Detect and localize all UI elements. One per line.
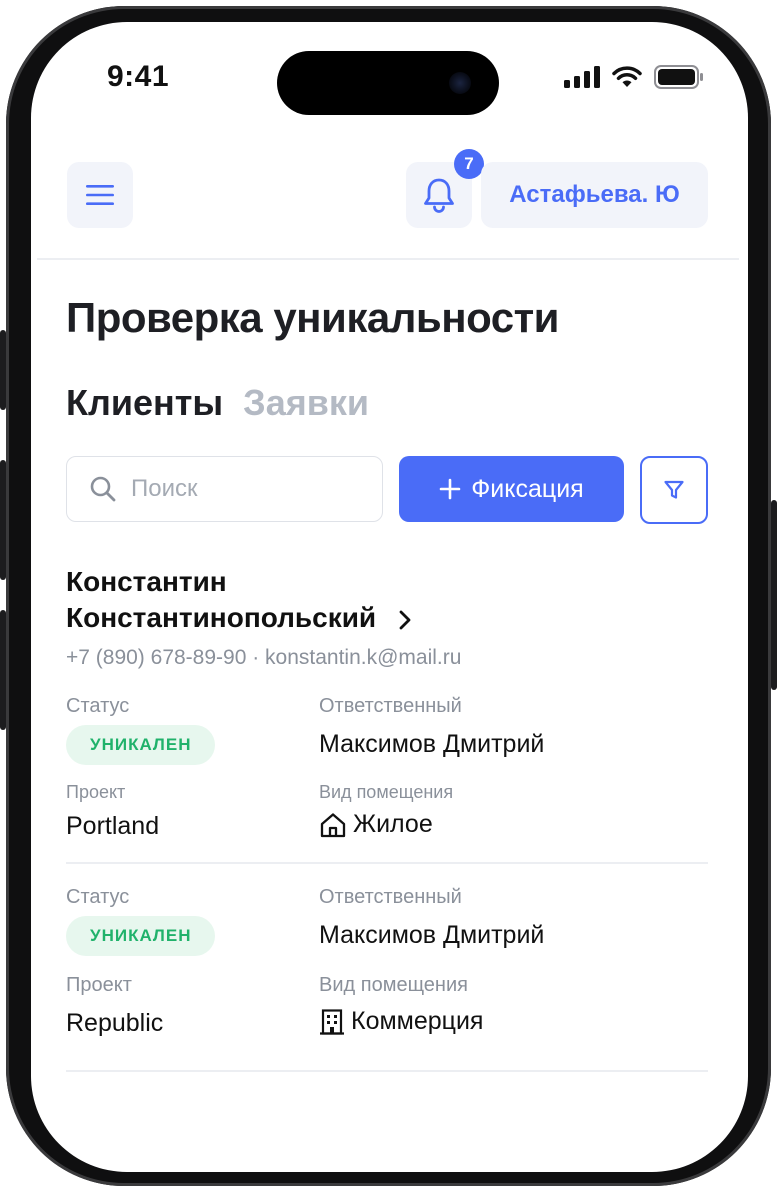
app-screen: 9:41 7 Астафьева. Ю Проверка уникальност… bbox=[31, 22, 748, 1172]
record-divider bbox=[66, 862, 708, 864]
project-value: Republic bbox=[66, 1009, 164, 1037]
search-input[interactable] bbox=[129, 474, 353, 504]
menu-button[interactable] bbox=[67, 162, 133, 228]
room-type-label: Вид помещения bbox=[319, 782, 454, 802]
tab-requests[interactable]: Заявки bbox=[243, 382, 369, 424]
search-icon bbox=[90, 476, 116, 502]
hamburger-icon bbox=[86, 185, 114, 205]
room-type-text: Жилое bbox=[353, 810, 433, 838]
tabs: Клиенты Заявки bbox=[66, 382, 379, 424]
client-name-link[interactable]: Константин Константинопольский bbox=[66, 564, 536, 636]
status-time: 9:41 bbox=[107, 60, 170, 93]
status-label: Статус bbox=[66, 695, 130, 717]
camera-icon bbox=[449, 72, 471, 94]
tab-clients[interactable]: Клиенты bbox=[66, 382, 223, 424]
signal-icon bbox=[564, 66, 600, 88]
project-label: Проект bbox=[66, 782, 126, 802]
page-title: Проверка уникальности bbox=[66, 294, 559, 341]
status-icons bbox=[564, 64, 704, 90]
chevron-right-icon bbox=[399, 610, 411, 630]
plus-icon bbox=[439, 478, 461, 500]
side-button-right bbox=[771, 500, 777, 690]
wifi-icon bbox=[612, 66, 642, 87]
room-type-value: Коммерция bbox=[319, 1007, 483, 1036]
responsible-label: Ответственный bbox=[319, 695, 462, 717]
add-fixation-button[interactable]: Фиксация bbox=[399, 456, 624, 522]
client-first-name: Константин bbox=[66, 566, 227, 597]
filter-icon bbox=[664, 480, 684, 499]
add-fixation-label: Фиксация bbox=[471, 474, 584, 503]
filter-button[interactable] bbox=[640, 456, 708, 524]
project-label: Проект bbox=[66, 974, 132, 996]
client-last-name: Константинопольский bbox=[66, 602, 377, 633]
search-box[interactable] bbox=[66, 456, 383, 522]
dynamic-island bbox=[277, 51, 499, 115]
room-type-text: Коммерция bbox=[351, 1007, 484, 1035]
project-value: Portland bbox=[66, 812, 160, 840]
user-profile-button[interactable]: Астафьева. Ю bbox=[481, 162, 708, 228]
building-icon bbox=[320, 1008, 344, 1035]
battery-icon bbox=[654, 65, 703, 89]
notification-count-badge: 7 bbox=[454, 149, 484, 179]
record-divider bbox=[66, 1070, 708, 1072]
header-divider bbox=[37, 258, 739, 260]
responsible-value: Максимов Дмитрий bbox=[319, 730, 545, 758]
status-badge: УНИКАЛЕН bbox=[66, 916, 216, 956]
bell-icon bbox=[424, 178, 454, 213]
room-type-label: Вид помещения bbox=[319, 974, 468, 996]
phone-mockup: 9:41 7 Астафьева. Ю Проверка уникальност… bbox=[0, 0, 777, 1186]
responsible-value: Максимов Дмитрий bbox=[319, 921, 545, 949]
client-contacts: +7 (890) 678-89-90 · konstantin.k@mail.r… bbox=[66, 646, 462, 669]
status-badge: УНИКАЛЕН bbox=[66, 725, 216, 765]
room-type-value: Жилое bbox=[319, 810, 433, 839]
status-label: Статус bbox=[66, 886, 130, 908]
responsible-label: Ответственный bbox=[319, 886, 462, 908]
home-icon bbox=[320, 812, 346, 837]
